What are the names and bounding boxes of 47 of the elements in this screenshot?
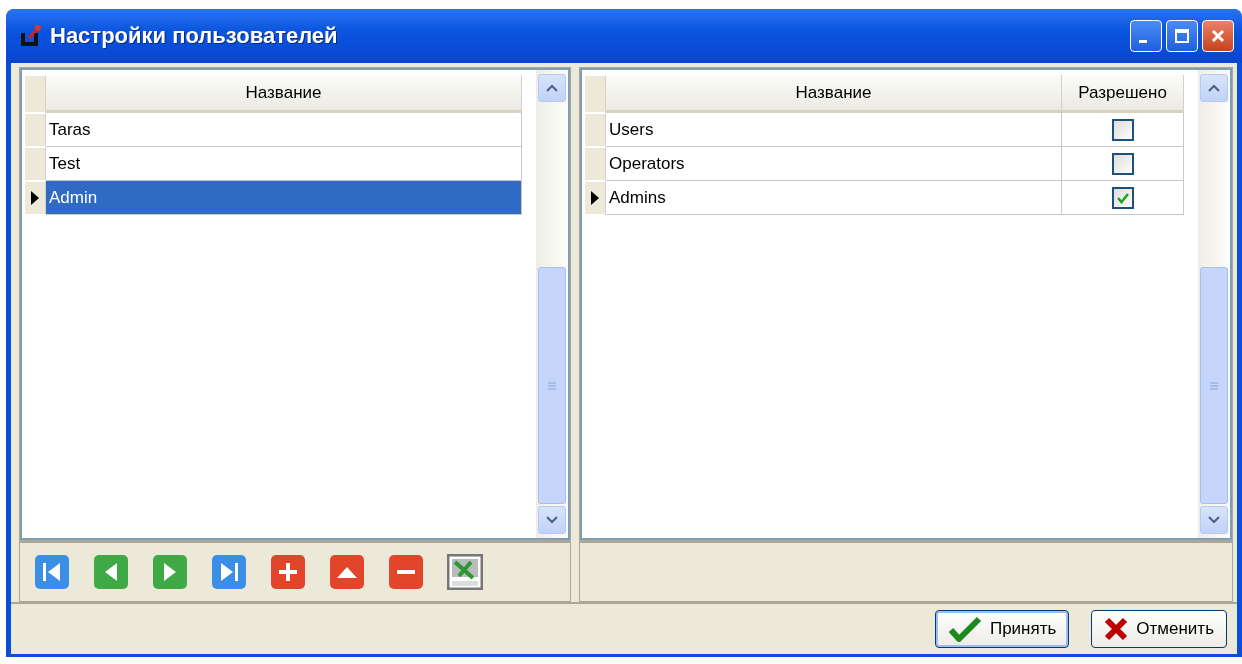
table-cell: Users <box>606 113 1062 147</box>
export-button[interactable] <box>447 554 483 590</box>
accept-button[interactable]: Принять <box>934 610 1070 648</box>
first-icon <box>34 554 70 590</box>
next-icon <box>152 554 188 590</box>
prev-icon <box>93 554 129 590</box>
maximize-icon <box>1174 28 1190 44</box>
row-pointer-icon <box>30 190 40 206</box>
row-pointer-icon <box>590 190 600 206</box>
row-header[interactable] <box>584 181 606 215</box>
minimize-button[interactable] <box>1130 20 1162 52</box>
grip-icon <box>548 381 556 390</box>
table-cell: Operators <box>606 147 1062 181</box>
column-header[interactable]: Название <box>46 75 522 113</box>
last-button[interactable] <box>211 554 247 590</box>
window-title: Настройки пользователей <box>50 23 339 49</box>
column-header[interactable]: Название <box>606 75 1062 113</box>
next-button[interactable] <box>152 554 188 590</box>
up-button[interactable] <box>329 554 365 590</box>
checkmark-icon <box>947 616 982 642</box>
cross-icon <box>1104 617 1129 641</box>
checkbox[interactable] <box>1111 152 1134 175</box>
row-header[interactable] <box>24 181 46 215</box>
add-icon <box>270 554 306 590</box>
close-button[interactable] <box>1202 20 1234 52</box>
app-icon <box>20 24 42 48</box>
corner-header <box>24 75 46 113</box>
checkbox[interactable] <box>1111 118 1134 141</box>
scrollbar[interactable] <box>1198 70 1230 538</box>
remove-button[interactable] <box>388 554 424 590</box>
add-button[interactable] <box>270 554 306 590</box>
scrollbar[interactable] <box>536 70 568 538</box>
remove-icon <box>388 554 424 590</box>
maximize-button[interactable] <box>1166 20 1198 52</box>
last-icon <box>211 554 247 590</box>
prev-button[interactable] <box>93 554 129 590</box>
first-button[interactable] <box>34 554 70 590</box>
checkbox[interactable] <box>1111 186 1134 209</box>
close-icon <box>1210 28 1226 44</box>
spreadsheet-icon <box>447 554 483 590</box>
column-header[interactable]: Разрешено <box>1062 75 1184 113</box>
up-icon <box>329 554 365 590</box>
corner-header <box>584 75 606 113</box>
table-cell: Admins <box>606 181 1062 215</box>
cancel-button[interactable]: Отменить <box>1091 610 1227 648</box>
minimize-icon <box>1139 39 1147 43</box>
grip-icon <box>1210 381 1218 390</box>
